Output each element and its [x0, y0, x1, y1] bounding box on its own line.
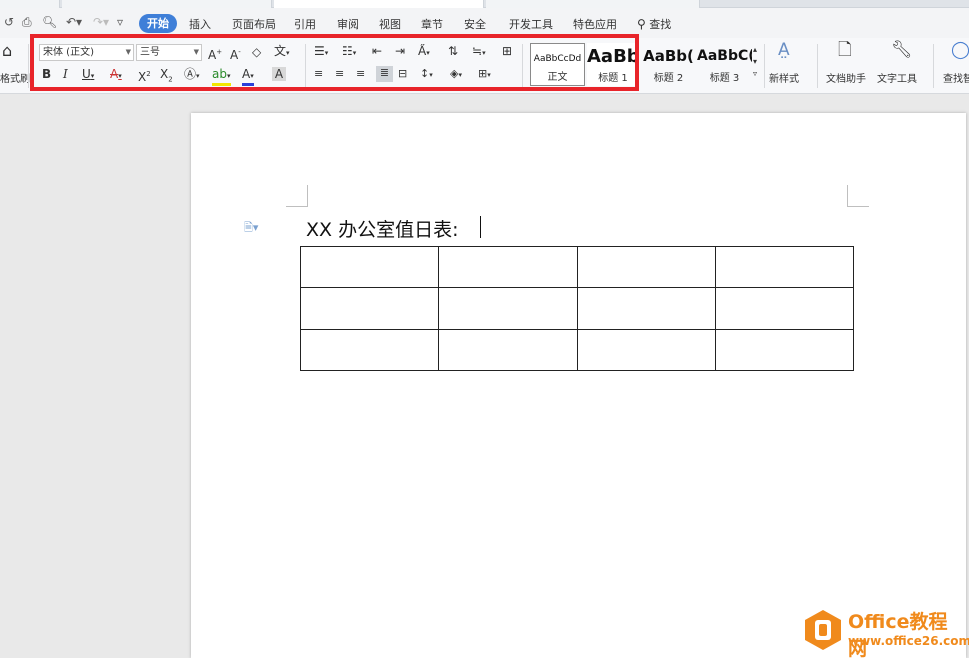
menu-tab-home[interactable]: 开始: [139, 14, 177, 33]
document-tab[interactable]: [486, 0, 700, 8]
find-replace-icon[interactable]: ◯: [951, 42, 969, 59]
table-cell[interactable]: [438, 287, 578, 330]
format-painter-label[interactable]: 格式刷: [0, 70, 30, 85]
table-row: [299, 287, 855, 330]
menu-tab-page-layout[interactable]: 页面布局: [232, 16, 276, 32]
new-style-label[interactable]: 新样式: [769, 70, 799, 85]
margin-corner-mark: [286, 185, 308, 207]
document-tab-active[interactable]: [274, 0, 484, 8]
format-painter-icon[interactable]: ⌂: [2, 43, 12, 59]
divider: [764, 44, 765, 88]
search-label: 查找: [649, 18, 672, 31]
office-logo-icon: [805, 610, 841, 650]
divider: [817, 44, 818, 88]
style-heading-3[interactable]: AaBbC( 标题 3: [697, 43, 752, 86]
table-cell[interactable]: [438, 245, 578, 289]
document-title-text[interactable]: XX 办公室值日表:: [306, 215, 458, 242]
wrench-icon[interactable]: 🔧︎: [891, 42, 913, 59]
document-tab-strip: [0, 0, 969, 8]
menu-tab-references[interactable]: 引用: [294, 16, 316, 32]
table-cell[interactable]: [714, 245, 855, 289]
watermark-title: Office教程网: [848, 611, 948, 658]
find-replace-label[interactable]: 查找替: [943, 70, 969, 85]
table-cell[interactable]: [576, 287, 716, 330]
style-heading-2-name: 标题 2: [653, 73, 684, 84]
table-cell[interactable]: [576, 328, 716, 372]
search-command[interactable]: ⚲ 查找: [637, 16, 671, 32]
menu-tab-review[interactable]: 审阅: [337, 16, 359, 32]
table-cell[interactable]: [576, 245, 716, 289]
style-heading-2[interactable]: AaBb( 标题 2: [641, 43, 696, 86]
menu-tab-features[interactable]: 特色应用: [573, 16, 617, 32]
text-cursor: [480, 216, 481, 238]
search-icon: ⚲: [637, 17, 646, 31]
print-preview-icon[interactable]: 🔍︎: [42, 15, 57, 29]
menu-tab-view[interactable]: 视图: [379, 16, 401, 32]
doc-helper-label[interactable]: 文档助手: [826, 70, 866, 85]
style-heading-3-name: 标题 3: [709, 73, 740, 84]
style-heading-2-sample: AaBb(: [643, 47, 694, 65]
table-row: [299, 328, 855, 372]
document-tab[interactable]: [62, 0, 272, 8]
menu-tab-insert[interactable]: 插入: [189, 16, 211, 32]
customize-quick-access-icon[interactable]: ▿: [117, 15, 123, 29]
margin-corner-mark: [847, 185, 869, 207]
paragraph-layout-icon[interactable]: 🗎︎▾: [244, 219, 258, 238]
document-tab[interactable]: [0, 0, 60, 8]
doc-helper-icon[interactable]: 🗋︎: [838, 42, 852, 59]
table-cell[interactable]: [299, 328, 440, 372]
style-heading-3-sample: AaBbC(: [697, 48, 752, 64]
save-icon[interactable]: ↺: [4, 15, 14, 29]
highlight-frame: [30, 34, 639, 91]
style-gallery-scroll[interactable]: ▴ ▾ ▿: [753, 44, 757, 80]
table-row: [299, 245, 855, 289]
table-cell[interactable]: [714, 287, 855, 330]
divider: [933, 44, 934, 88]
undo-icon[interactable]: ↶▾: [66, 15, 82, 29]
document-page[interactable]: 🗎︎▾ XX 办公室值日表:: [191, 113, 966, 658]
document-table[interactable]: [299, 245, 855, 372]
table-cell[interactable]: [714, 328, 855, 372]
table-cell[interactable]: [438, 328, 578, 372]
table-cell[interactable]: [299, 287, 440, 330]
redo-icon[interactable]: ↷▾: [93, 15, 109, 29]
divider: [28, 44, 29, 88]
watermark-url: www.office26.com: [848, 634, 969, 648]
table-cell[interactable]: [299, 245, 440, 289]
menu-tab-developer[interactable]: 开发工具: [509, 16, 553, 32]
new-style-icon[interactable]: A̤: [778, 42, 790, 59]
text-tools-label[interactable]: 文字工具: [877, 70, 917, 85]
menu-tab-security[interactable]: 安全: [464, 16, 486, 32]
menu-tab-chapter[interactable]: 章节: [421, 16, 443, 32]
site-watermark: Office教程网 www.office26.com: [804, 607, 969, 658]
print-icon[interactable]: ⎙: [22, 15, 32, 30]
